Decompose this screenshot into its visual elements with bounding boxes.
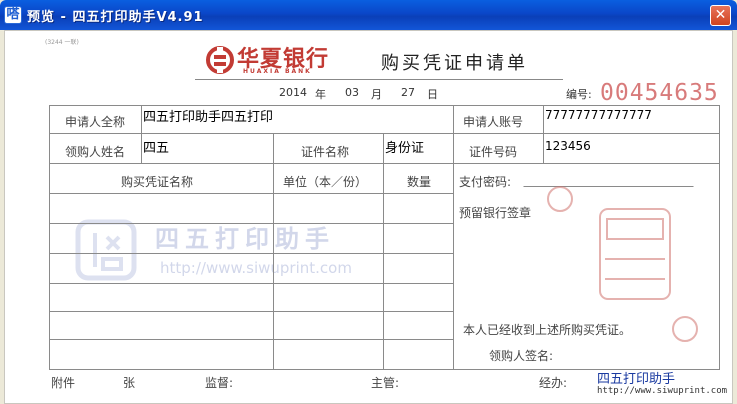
applicant-name-label: 申请人全称	[65, 115, 126, 129]
window-title: 预览 - 四五打印助手V4.91	[27, 10, 204, 25]
reserved-seal-label: 预留银行签章	[459, 206, 532, 220]
buyer-name-label: 领购人姓名	[65, 145, 126, 159]
id-type-label: 证件名称	[301, 145, 350, 159]
voucher-name-header: 购买凭证名称	[121, 175, 194, 189]
footer-supervisor: 监督:	[205, 376, 234, 390]
quantity-header: 数量	[407, 175, 432, 189]
payment-password-label: 支付密码:	[459, 175, 512, 189]
close-button[interactable]: ✕	[710, 5, 731, 26]
id-number-value: 123456	[545, 139, 591, 153]
form-grid	[49, 105, 720, 370]
document-preview: (3244 一联) 华夏银行 HUAXIA BANK 购买凭证申请单 2014 …	[4, 30, 733, 404]
id-number-label: 证件号码	[469, 145, 518, 159]
buyer-name-value: 四五	[143, 141, 170, 156]
buyer-sign-label: 领购人签名:	[489, 349, 554, 363]
footer-attachment: 附件	[51, 376, 76, 390]
footer-sheets: 张	[123, 376, 136, 390]
id-type-value: 身份证	[385, 141, 425, 156]
window-titlebar[interactable]: 嗒 预览 - 四五打印助手V4.91 ✕	[0, 0, 737, 30]
app-icon: 嗒	[4, 6, 22, 24]
received-statement: 本人已经收到上述所购买凭证。	[463, 323, 632, 337]
branding-name: 四五打印助手	[597, 372, 676, 387]
unit-header: 单位（本／份）	[283, 175, 368, 189]
account-value: 77777777777777	[545, 108, 652, 122]
footer-handler: 经办:	[539, 376, 568, 390]
applicant-name-value: 四五打印助手四五打印	[143, 110, 274, 125]
footer-manager: 主管:	[371, 376, 400, 390]
account-label: 申请人账号	[463, 115, 524, 129]
branding-url: http://www.siwuprint.com	[597, 386, 728, 396]
